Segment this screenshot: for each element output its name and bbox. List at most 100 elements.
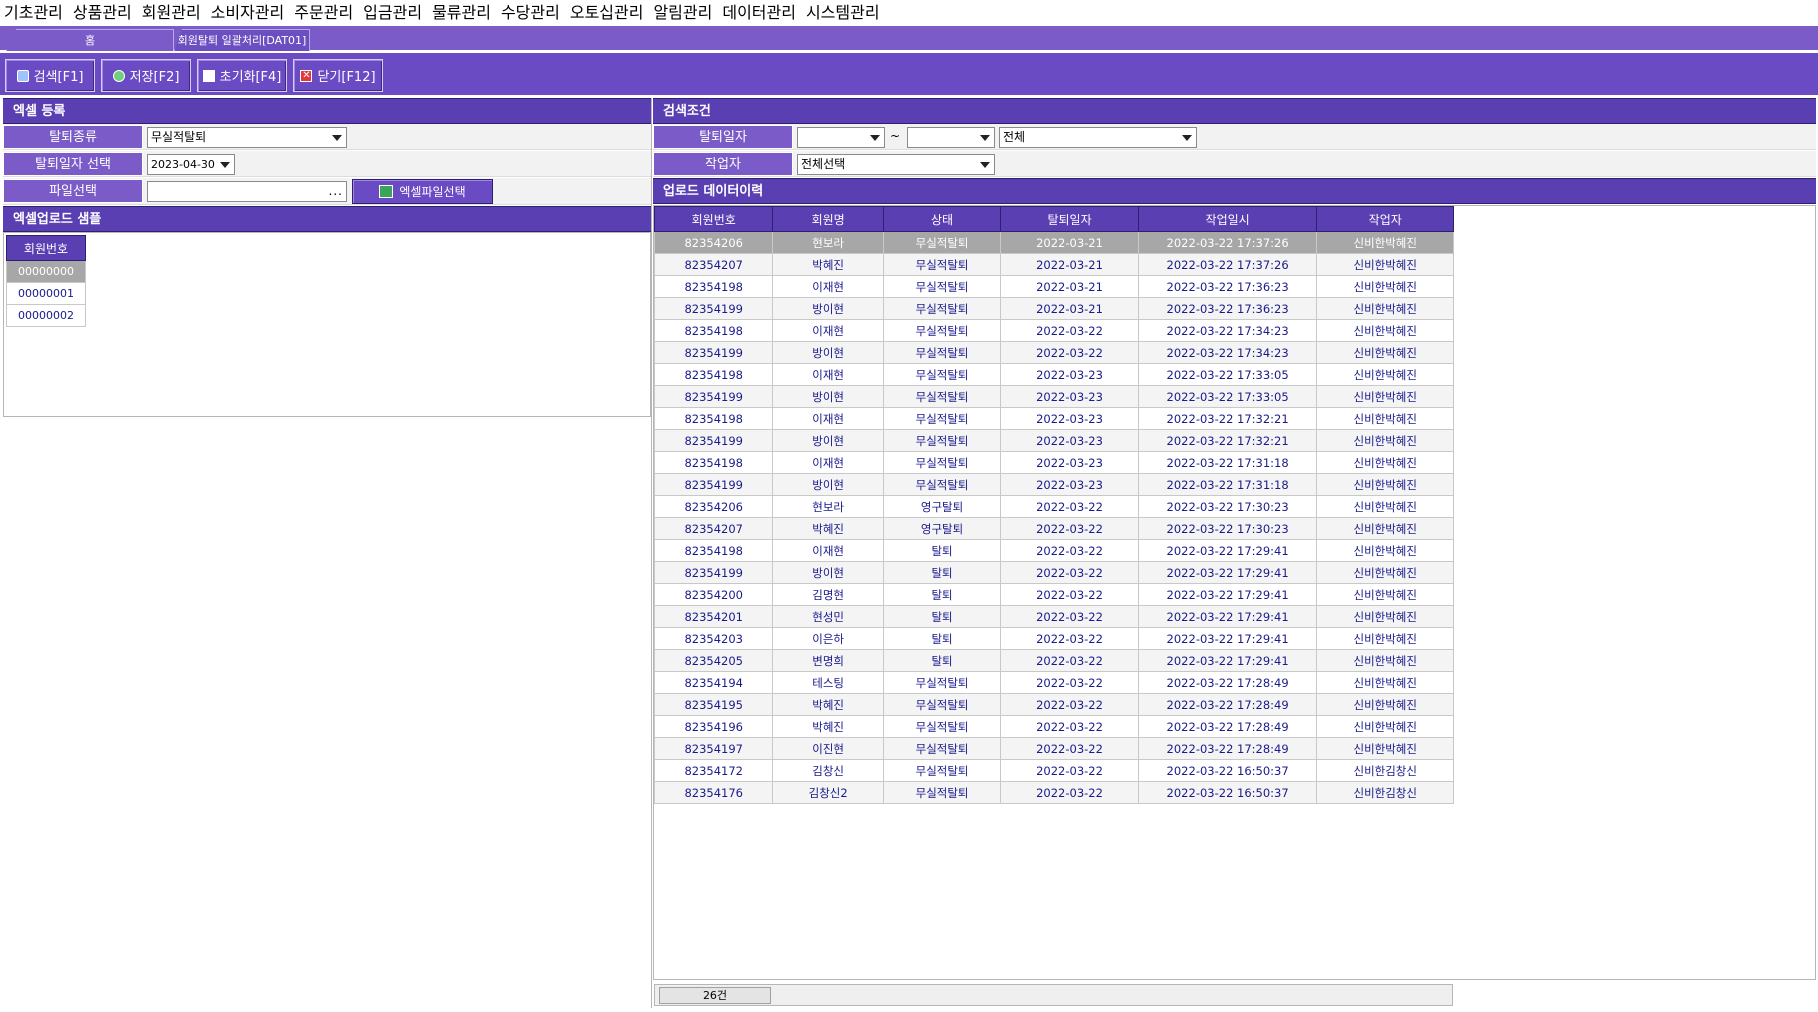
date-to-picker[interactable] <box>907 127 995 148</box>
cell-status[interactable]: 영구탈퇴 <box>882 517 1002 540</box>
cell-withdrawal-date[interactable]: 2022-03-22 <box>1000 605 1139 628</box>
cell-status[interactable]: 탈퇴 <box>882 561 1002 584</box>
cell-withdrawal-date[interactable]: 2022-03-21 <box>1000 297 1139 320</box>
cell-member-name[interactable]: 김명현 <box>772 583 884 606</box>
cell-worker[interactable]: 신비한박혜진 <box>1316 253 1454 276</box>
table-row[interactable]: 82354199 방이현 무실적탈퇴 2022-03-23 2022-03-22 17:… <box>654 385 1454 408</box>
cell-status[interactable]: 탈퇴 <box>882 649 1002 672</box>
cell-member-name[interactable]: 방이현 <box>772 429 884 452</box>
cell-member-name[interactable]: 이진현 <box>772 737 884 760</box>
cell-withdrawal-date[interactable]: 2022-03-23 <box>1000 473 1139 496</box>
withdrawal-type-select[interactable]: 무실적탈퇴 <box>147 127 347 148</box>
cell-member-no[interactable]: 82354199 <box>654 385 774 408</box>
cell-withdrawal-date[interactable]: 2022-03-23 <box>1000 429 1139 452</box>
cell-status[interactable]: 무실적탈퇴 <box>882 297 1002 320</box>
cell-worker[interactable]: 신비한박혜진 <box>1316 341 1454 364</box>
table-row[interactable]: 82354199 방이현 탈퇴 2022-03-22 2022-03-22 17:29:… <box>654 561 1454 584</box>
cell-worker[interactable]: 신비한김창신 <box>1316 781 1454 804</box>
cell-withdrawal-date[interactable]: 2022-03-22 <box>1000 561 1139 584</box>
cell-work-datetime[interactable]: 2022-03-22 17:37:26 <box>1137 231 1318 254</box>
cell-member-no[interactable]: 82354201 <box>654 605 774 628</box>
cell-status[interactable]: 무실적탈퇴 <box>882 737 1002 760</box>
column-header-status[interactable]: 상태 <box>882 206 1002 232</box>
cell-withdrawal-date[interactable]: 2022-03-21 <box>1000 231 1139 254</box>
tab-home[interactable]: 홈 <box>6 29 174 51</box>
table-row[interactable]: 82354203 이은하 탈퇴 2022-03-22 2022-03-22 17:29:… <box>654 627 1454 650</box>
menu-item-7[interactable]: 수당관리 <box>496 0 565 26</box>
cell-work-datetime[interactable]: 2022-03-22 17:32:21 <box>1137 407 1318 430</box>
cell-work-datetime[interactable]: 2022-03-22 17:29:41 <box>1137 561 1318 584</box>
cell-member-no[interactable]: 82354199 <box>654 341 774 364</box>
cell-status[interactable]: 영구탈퇴 <box>882 495 1002 518</box>
cell-status[interactable]: 무실적탈퇴 <box>882 759 1002 782</box>
cell-work-datetime[interactable]: 2022-03-22 17:29:41 <box>1137 627 1318 650</box>
cell-member-no[interactable]: 82354206 <box>654 231 774 254</box>
cell-member-no[interactable]: 82354198 <box>654 275 774 298</box>
sample-cell-member-no[interactable]: 00000001 <box>6 282 86 305</box>
search-button[interactable]: 검색[F1] <box>5 59 95 92</box>
column-header-withdrawal-date[interactable]: 탈퇴일자 <box>1000 206 1139 232</box>
cell-work-datetime[interactable]: 2022-03-22 17:31:18 <box>1137 451 1318 474</box>
column-header-work-datetime[interactable]: 작업일시 <box>1137 206 1318 232</box>
menu-item-6[interactable]: 물류관리 <box>427 0 496 26</box>
cell-member-name[interactable]: 이재현 <box>772 275 884 298</box>
cell-withdrawal-date[interactable]: 2022-03-22 <box>1000 649 1139 672</box>
cell-withdrawal-date[interactable]: 2022-03-22 <box>1000 539 1139 562</box>
cell-member-name[interactable]: 이재현 <box>772 319 884 342</box>
sample-column-member-no[interactable]: 회원번호 <box>6 235 86 261</box>
cell-worker[interactable]: 신비한박혜진 <box>1316 715 1454 738</box>
cell-worker[interactable]: 신비한박혜진 <box>1316 737 1454 760</box>
date-from-picker[interactable] <box>797 127 885 148</box>
cell-withdrawal-date[interactable]: 2022-03-22 <box>1000 495 1139 518</box>
cell-member-name[interactable]: 방이현 <box>772 385 884 408</box>
column-header-member-no[interactable]: 회원번호 <box>654 206 774 232</box>
cell-member-no[interactable]: 82354199 <box>654 473 774 496</box>
cell-work-datetime[interactable]: 2022-03-22 17:28:49 <box>1137 693 1318 716</box>
column-header-member-name[interactable]: 회원명 <box>772 206 884 232</box>
browse-dots-icon[interactable]: ... <box>329 184 343 198</box>
cell-worker[interactable]: 신비한박혜진 <box>1316 627 1454 650</box>
cell-worker[interactable]: 신비한박혜진 <box>1316 429 1454 452</box>
menu-item-2[interactable]: 회원관리 <box>137 0 206 26</box>
worker-select[interactable]: 전체선택 <box>797 154 995 175</box>
sample-row[interactable]: 00000000 <box>6 260 86 283</box>
cell-worker[interactable]: 신비한박혜진 <box>1316 297 1454 320</box>
cell-member-name[interactable]: 김창신2 <box>772 781 884 804</box>
menu-item-9[interactable]: 알림관리 <box>648 0 717 26</box>
table-row[interactable]: 82354200 김명현 탈퇴 2022-03-22 2022-03-22 17:29:… <box>654 583 1454 606</box>
cell-withdrawal-date[interactable]: 2022-03-22 <box>1000 319 1139 342</box>
table-row[interactable]: 82354198 이재현 무실적탈퇴 2022-03-23 2022-03-22 17:… <box>654 407 1454 430</box>
cell-member-name[interactable]: 방이현 <box>772 341 884 364</box>
cell-status[interactable]: 무실적탈퇴 <box>882 231 1002 254</box>
cell-member-name[interactable]: 박혜진 <box>772 517 884 540</box>
cell-member-no[interactable]: 82354198 <box>654 319 774 342</box>
cell-worker[interactable]: 신비한박혜진 <box>1316 495 1454 518</box>
cell-status[interactable]: 무실적탈퇴 <box>882 363 1002 386</box>
cell-member-no[interactable]: 82354197 <box>654 737 774 760</box>
cell-withdrawal-date[interactable]: 2022-03-22 <box>1000 759 1139 782</box>
cell-work-datetime[interactable]: 2022-03-22 17:36:23 <box>1137 297 1318 320</box>
cell-member-name[interactable]: 이재현 <box>772 363 884 386</box>
sample-cell-member-no[interactable]: 00000002 <box>6 304 86 327</box>
status-scope-select[interactable]: 전체 <box>999 127 1197 148</box>
cell-status[interactable]: 탈퇴 <box>882 605 1002 628</box>
cell-member-no[interactable]: 82354206 <box>654 495 774 518</box>
cell-member-no[interactable]: 82354198 <box>654 451 774 474</box>
cell-withdrawal-date[interactable]: 2022-03-22 <box>1000 693 1139 716</box>
cell-withdrawal-date[interactable]: 2022-03-23 <box>1000 363 1139 386</box>
cell-work-datetime[interactable]: 2022-03-22 17:29:41 <box>1137 539 1318 562</box>
cell-worker[interactable]: 신비한박혜진 <box>1316 385 1454 408</box>
close-button[interactable]: ✕ 닫기[F12] <box>293 59 383 92</box>
cell-member-no[interactable]: 82354203 <box>654 627 774 650</box>
cell-worker[interactable]: 신비한박혜진 <box>1316 649 1454 672</box>
table-row[interactable]: 82354176 김창신2 무실적탈퇴 2022-03-22 2022-03-22 16… <box>654 781 1454 804</box>
cell-work-datetime[interactable]: 2022-03-22 17:29:41 <box>1137 583 1318 606</box>
cell-work-datetime[interactable]: 2022-03-22 17:29:41 <box>1137 649 1318 672</box>
column-header-worker[interactable]: 작업자 <box>1316 206 1454 232</box>
cell-worker[interactable]: 신비한박혜진 <box>1316 473 1454 496</box>
cell-worker[interactable]: 신비한박혜진 <box>1316 231 1454 254</box>
reset-button[interactable]: 초기화[F4] <box>197 59 287 92</box>
cell-work-datetime[interactable]: 2022-03-22 17:28:49 <box>1137 715 1318 738</box>
cell-member-name[interactable]: 테스팅 <box>772 671 884 694</box>
cell-withdrawal-date[interactable]: 2022-03-22 <box>1000 715 1139 738</box>
